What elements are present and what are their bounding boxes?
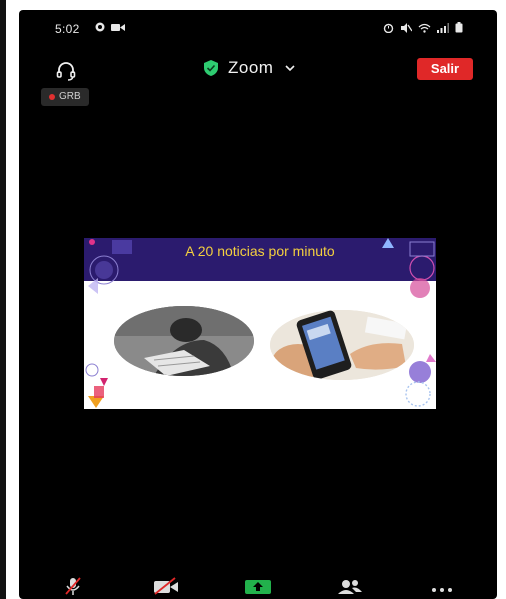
whatsapp-icon: [95, 22, 105, 32]
recording-label: GRB: [59, 91, 81, 102]
slide-decoration-left-top: [88, 239, 132, 294]
status-right-icons: [383, 22, 463, 33]
wifi-icon: [418, 23, 431, 33]
recording-badge: GRB: [41, 88, 89, 106]
video-off-icon: [154, 577, 178, 595]
newspaper-reader-image: [114, 306, 254, 376]
participants-button[interactable]: [337, 576, 363, 596]
recording-dot-icon: [49, 94, 55, 100]
alarm-icon: [383, 23, 394, 33]
signal-icon: [437, 22, 449, 33]
video-camera-icon: [111, 23, 125, 31]
status-left-icons: [95, 22, 125, 32]
meeting-title-dropdown[interactable]: Zoom: [204, 58, 296, 78]
smartphone-hands-image: [270, 310, 414, 380]
status-bar: 5:02: [19, 10, 497, 50]
meeting-toolbar: [19, 570, 497, 599]
headphones-icon[interactable]: [55, 60, 77, 82]
microphone-muted-icon: [65, 577, 81, 595]
meeting-top-bar: Zoom Salir: [19, 58, 497, 90]
status-time: 5:02: [55, 22, 80, 36]
left-screen-edge: [0, 0, 6, 599]
shared-screen[interactable]: A 20 noticias por minuto: [84, 238, 436, 409]
share-screen-icon: [245, 580, 271, 594]
shield-check-icon: [204, 60, 218, 76]
more-icon: [432, 588, 452, 592]
leave-button[interactable]: Salir: [417, 58, 473, 80]
mute-icon: [401, 22, 412, 33]
mute-button[interactable]: [63, 576, 83, 596]
more-button[interactable]: [429, 576, 455, 596]
participants-icon: [338, 580, 362, 594]
share-screen-button[interactable]: [245, 576, 271, 596]
video-button[interactable]: [153, 576, 179, 596]
phone-screen: 5:02 Zoom Salir GRB A 20 noticias por mi…: [19, 10, 497, 599]
slide-decoration-right-top: [382, 238, 435, 298]
chevron-down-icon: [285, 65, 296, 72]
meeting-title: Zoom: [228, 58, 274, 77]
battery-icon: [455, 22, 463, 33]
